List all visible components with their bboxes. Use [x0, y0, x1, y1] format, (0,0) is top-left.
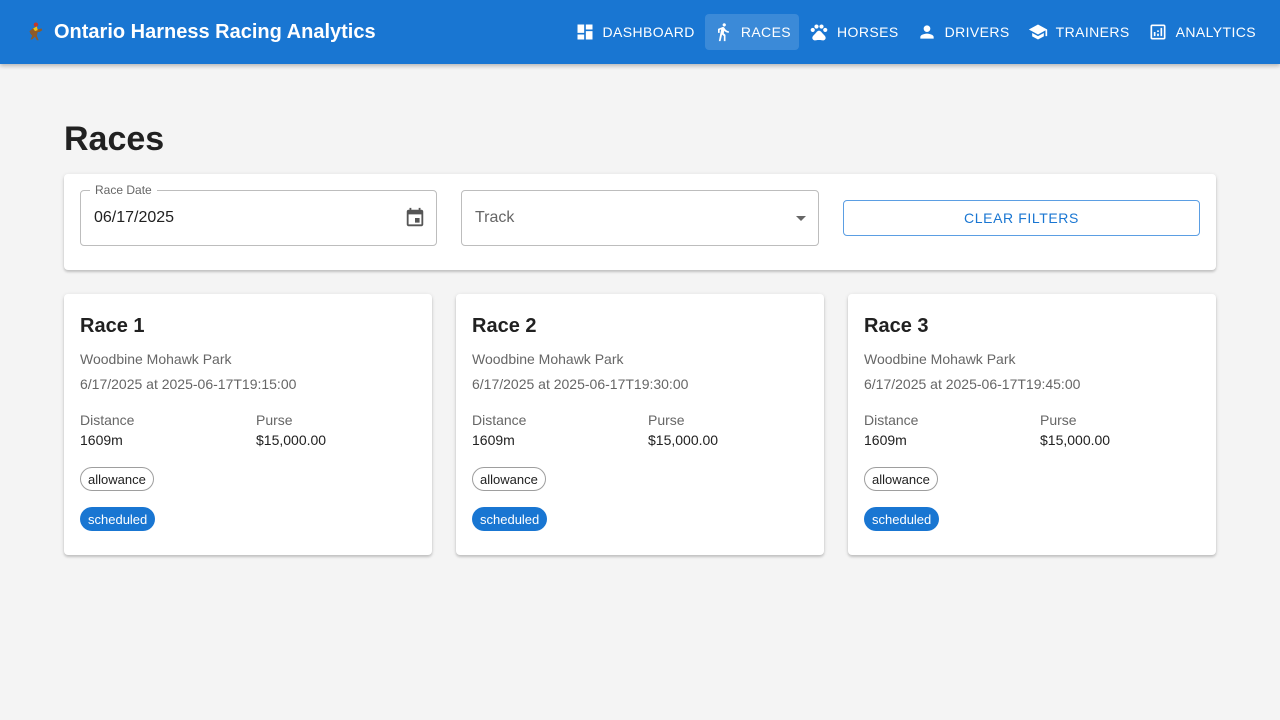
paw-icon: [810, 24, 828, 41]
nav-drivers[interactable]: Drivers: [909, 14, 1018, 50]
purse-value: $15,000.00: [648, 432, 719, 448]
school-icon: [1028, 24, 1047, 40]
purse-value: $15,000.00: [1040, 432, 1111, 448]
status-badge: scheduled: [80, 507, 156, 531]
nav-trainers-label: Trainers: [1055, 24, 1130, 40]
track-placeholder: Track: [475, 209, 515, 226]
race-date-label: Race Date: [90, 183, 157, 197]
nav-analytics-label: Analytics: [1175, 24, 1256, 40]
race-time: 6/17/2025 at 2025-06-17T19:15:00: [80, 376, 297, 392]
horse-racing-icon: [29, 22, 43, 41]
chevron-down-icon: [796, 216, 806, 221]
race-title: Race 3: [864, 315, 929, 337]
nav-races[interactable]: Races: [704, 14, 800, 50]
main-nav: Dashboard Races Horses Drivers Trainers …: [567, 14, 1264, 50]
calendar-icon[interactable]: [404, 207, 426, 229]
race-title: Race 2: [472, 315, 537, 337]
dashboard-icon: [577, 24, 593, 40]
status-badge: scheduled: [472, 507, 548, 531]
race-track: Woodbine Mohawk Park: [864, 351, 1016, 367]
distance-value: 1609m: [864, 432, 907, 448]
race-card[interactable]: Race 1 Woodbine Mohawk Park 6/17/2025 at…: [64, 294, 432, 555]
distance-label: Distance: [80, 412, 135, 428]
person-icon: [919, 25, 934, 39]
nav-dashboard-label: Dashboard: [602, 24, 695, 40]
filters-panel: Race Date 06/17/2025 Track Clear Filters: [64, 174, 1216, 270]
purse-value: $15,000.00: [256, 432, 327, 448]
race-date-field[interactable]: Race Date 06/17/2025: [80, 183, 437, 246]
nav-races-label: Races: [740, 24, 792, 40]
race-track: Woodbine Mohawk Park: [80, 351, 232, 367]
nav-horses-label: Horses: [837, 24, 899, 40]
purse-label: Purse: [256, 412, 293, 428]
run-icon: [717, 23, 729, 42]
app-title: Ontario Harness Racing Analytics: [54, 20, 376, 43]
nav-dashboard[interactable]: Dashboard: [567, 14, 703, 50]
analytics-icon: [1150, 24, 1166, 40]
nav-trainers[interactable]: Trainers: [1020, 14, 1138, 50]
race-track: Woodbine Mohawk Park: [472, 351, 624, 367]
clear-filters-button[interactable]: Clear Filters: [843, 200, 1200, 236]
distance-value: 1609m: [472, 432, 515, 448]
purse-label: Purse: [648, 412, 685, 428]
race-card[interactable]: Race 2 Woodbine Mohawk Park 6/17/2025 at…: [456, 294, 824, 555]
race-time: 6/17/2025 at 2025-06-17T19:30:00: [472, 376, 689, 392]
page-title: Races: [64, 120, 165, 158]
distance-value: 1609m: [80, 432, 123, 448]
race-type-chip: allowance: [472, 467, 546, 491]
nav-horses[interactable]: Horses: [801, 14, 907, 50]
race-date-value[interactable]: 06/17/2025: [94, 209, 174, 227]
nav-drivers-label: Drivers: [944, 24, 1010, 40]
app-bar: Ontario Harness Racing Analytics Dashboa…: [0, 0, 1280, 64]
race-title: Race 1: [80, 315, 145, 337]
purse-label: Purse: [1040, 412, 1077, 428]
race-time: 6/17/2025 at 2025-06-17T19:45:00: [864, 376, 1081, 392]
track-select[interactable]: Track: [461, 190, 819, 246]
status-badge: scheduled: [864, 507, 940, 531]
brand[interactable]: Ontario Harness Racing Analytics: [24, 21, 376, 44]
race-card[interactable]: Race 3 Woodbine Mohawk Park 6/17/2025 at…: [848, 294, 1216, 555]
distance-label: Distance: [864, 412, 919, 428]
race-type-chip: allowance: [864, 467, 938, 491]
nav-analytics[interactable]: Analytics: [1140, 14, 1264, 50]
distance-label: Distance: [472, 412, 527, 428]
race-type-chip: allowance: [80, 467, 154, 491]
